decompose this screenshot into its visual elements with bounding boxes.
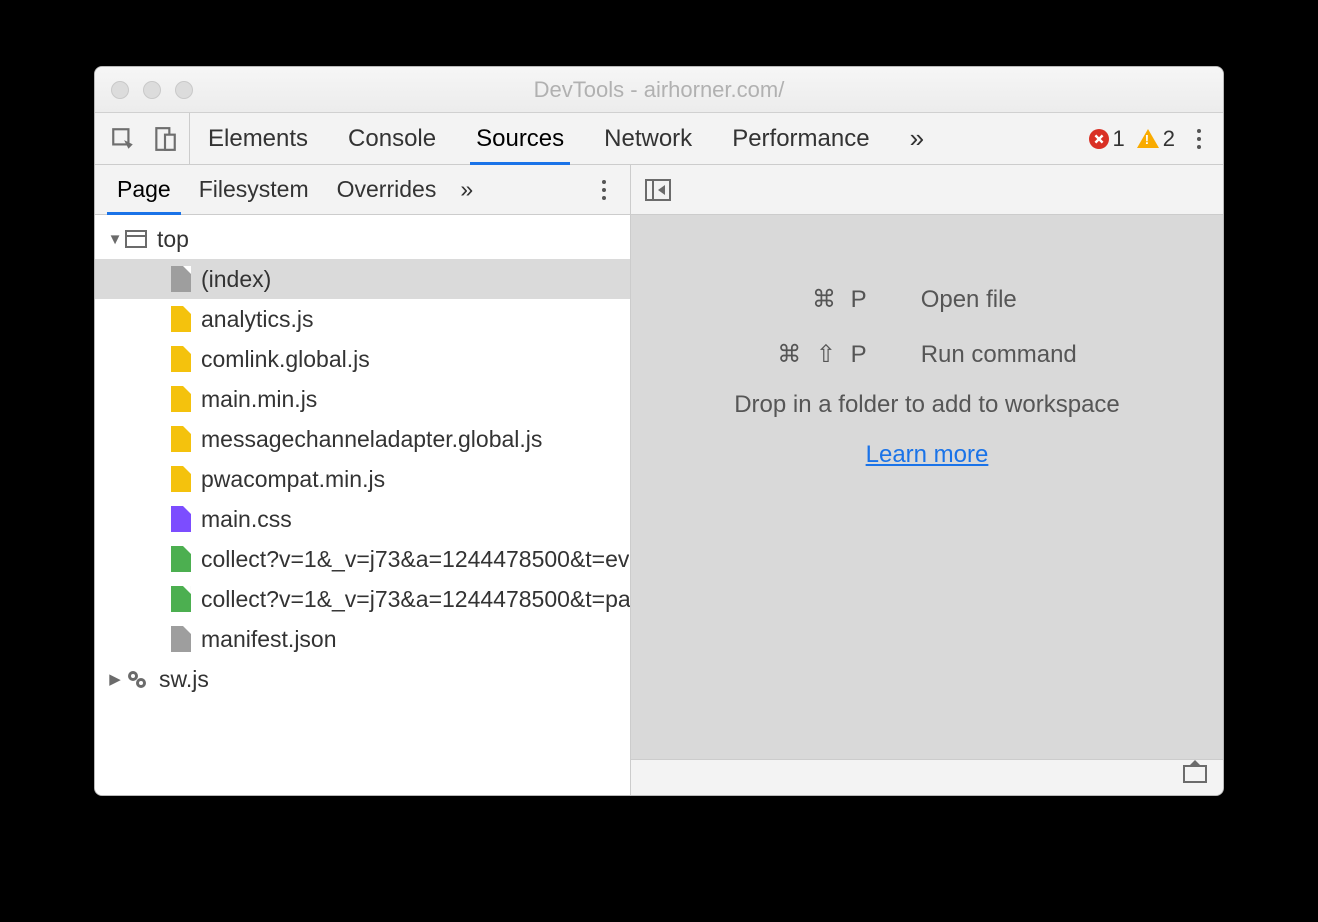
file-tree: ▼ top (index) analytics.js comlink.global.…: [95, 215, 630, 795]
navigator-tab-page[interactable]: Page: [103, 165, 185, 214]
yellow-file-icon: [171, 346, 191, 372]
devtools-window: DevTools - airhorner.com/ Elements Conso…: [94, 66, 1224, 796]
yellow-file-icon: [171, 386, 191, 412]
frame-icon: [125, 230, 147, 248]
error-count[interactable]: 1: [1089, 126, 1125, 152]
yellow-file-icon: [171, 306, 191, 332]
tree-item-label: main.min.js: [201, 386, 317, 413]
purple-file-icon: [171, 506, 191, 532]
navigator-menu-icon[interactable]: [578, 165, 630, 214]
tree-file-item[interactable]: (index): [95, 259, 630, 299]
tree-item-label: (index): [201, 266, 271, 293]
tree-service-worker[interactable]: ▶ sw.js: [95, 659, 630, 699]
sources-navigator: Page Filesystem Overrides » ▼ top (index…: [95, 165, 631, 795]
tree-file-item[interactable]: analytics.js: [95, 299, 630, 339]
editor-area: ⌘ P Open file ⌘ ⇧ P Run command Drop in …: [631, 165, 1223, 795]
expand-arrow-icon: ▼: [105, 231, 125, 248]
gears-icon: [125, 667, 149, 691]
tab-network[interactable]: Network: [604, 113, 692, 164]
editor-tabs-bar: [631, 165, 1223, 215]
tree-item-label: collect?v=1&_v=j73&a=1244478500&t=ev: [201, 546, 629, 573]
navigator-tabs: Page Filesystem Overrides »: [95, 165, 630, 215]
device-toolbar-icon[interactable]: [151, 125, 179, 153]
warning-count-value: 2: [1163, 126, 1175, 152]
yellow-file-icon: [171, 466, 191, 492]
tree-file-item[interactable]: main.min.js: [95, 379, 630, 419]
tree-file-item[interactable]: main.css: [95, 499, 630, 539]
panel-tabs: Elements Console Sources Network Perform…: [190, 113, 1069, 164]
tree-file-item[interactable]: messagechanneladapter.global.js: [95, 419, 630, 459]
tree-file-item[interactable]: collect?v=1&_v=j73&a=1244478500&t=pa: [95, 579, 630, 619]
navigator-tab-overrides[interactable]: Overrides: [323, 165, 451, 214]
show-drawer-icon[interactable]: [1183, 765, 1207, 783]
gray-file-icon: [171, 266, 191, 292]
inspect-element-icon[interactable]: [109, 125, 137, 153]
tree-item-label: top: [157, 226, 189, 253]
tab-console[interactable]: Console: [348, 113, 436, 164]
yellow-file-icon: [171, 426, 191, 452]
collapse-navigator-icon[interactable]: [645, 179, 671, 201]
warning-icon: [1137, 129, 1159, 148]
tree-file-item[interactable]: manifest.json: [95, 619, 630, 659]
tab-sources[interactable]: Sources: [476, 113, 564, 164]
collapse-arrow-icon: ▶: [105, 670, 125, 688]
shortcut-open-file-keys: ⌘ P: [777, 285, 870, 314]
drop-folder-hint: Drop in a folder to add to workspace: [734, 391, 1120, 419]
shortcut-run-cmd-label: Run command: [921, 341, 1077, 369]
learn-more-link[interactable]: Learn more: [866, 441, 989, 469]
navigator-tab-filesystem[interactable]: Filesystem: [185, 165, 323, 214]
green-file-icon: [171, 586, 191, 612]
window-title: DevTools - airhorner.com/: [95, 77, 1223, 103]
tree-file-item[interactable]: pwacompat.min.js: [95, 459, 630, 499]
tab-elements[interactable]: Elements: [208, 113, 308, 164]
gray-file-icon: [171, 626, 191, 652]
navigator-more-tabs-icon[interactable]: »: [450, 165, 483, 214]
tree-item-label: messagechanneladapter.global.js: [201, 426, 542, 453]
tree-item-label: manifest.json: [201, 626, 337, 653]
tree-file-item[interactable]: collect?v=1&_v=j73&a=1244478500&t=ev: [95, 539, 630, 579]
shortcut-run-cmd-keys: ⌘ ⇧ P: [777, 340, 870, 369]
tree-item-label: sw.js: [159, 666, 209, 693]
tree-file-item[interactable]: comlink.global.js: [95, 339, 630, 379]
editor-footer: [631, 759, 1223, 795]
tree-item-label: pwacompat.min.js: [201, 466, 385, 493]
tree-item-label: comlink.global.js: [201, 346, 370, 373]
more-tabs-icon[interactable]: »: [910, 113, 924, 164]
tree-item-label: analytics.js: [201, 306, 313, 333]
error-icon: [1089, 129, 1109, 149]
sources-panel-body: Page Filesystem Overrides » ▼ top (index…: [95, 165, 1223, 795]
tree-frame-top[interactable]: ▼ top: [95, 219, 630, 259]
tab-performance[interactable]: Performance: [732, 113, 869, 164]
shortcut-open-file-label: Open file: [921, 286, 1077, 314]
tree-item-label: main.css: [201, 506, 292, 533]
settings-menu-icon[interactable]: [1187, 129, 1211, 149]
editor-empty-state: ⌘ P Open file ⌘ ⇧ P Run command Drop in …: [631, 215, 1223, 759]
green-file-icon: [171, 546, 191, 572]
window-titlebar: DevTools - airhorner.com/: [95, 67, 1223, 113]
main-toolbar: Elements Console Sources Network Perform…: [95, 113, 1223, 165]
warning-count[interactable]: 2: [1137, 126, 1175, 152]
error-count-value: 1: [1113, 126, 1125, 152]
tree-item-label: collect?v=1&_v=j73&a=1244478500&t=pa: [201, 586, 630, 613]
